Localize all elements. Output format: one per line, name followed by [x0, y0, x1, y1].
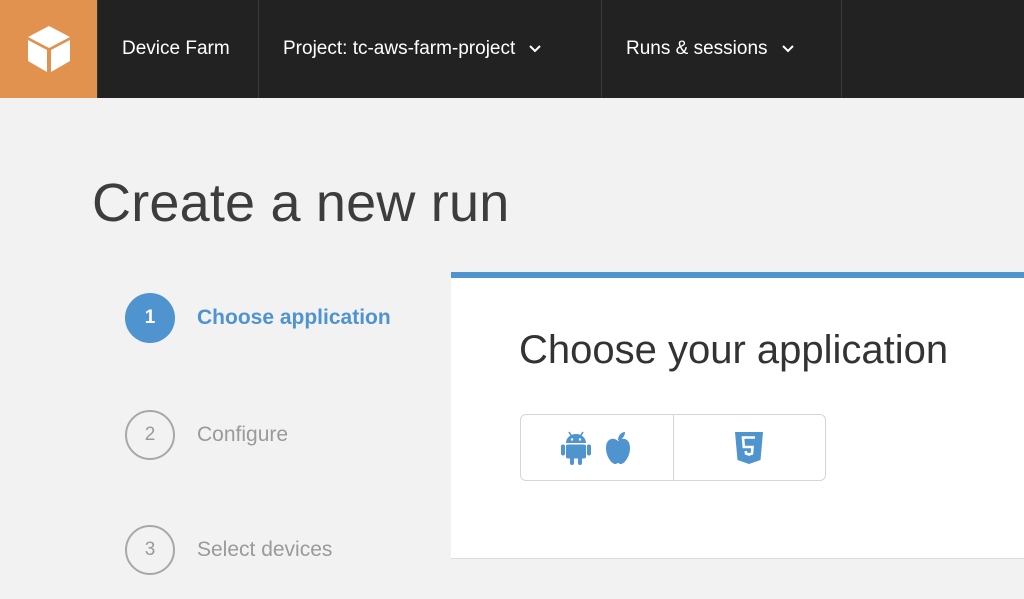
runs-sessions-label: Runs & sessions	[626, 38, 768, 59]
html5-icon	[735, 431, 764, 464]
platform-selector	[520, 414, 826, 481]
android-icon	[560, 431, 591, 465]
project-dropdown-label: Project: tc-aws-farm-project	[283, 38, 516, 59]
project-dropdown[interactable]: Project: tc-aws-farm-project	[259, 0, 602, 98]
native-app-button[interactable]	[521, 415, 673, 480]
step-number-badge: 2	[125, 410, 175, 460]
step-configure[interactable]: 2 Configure	[125, 410, 288, 460]
panel-title: Choose your application	[519, 328, 949, 372]
nav-device-farm[interactable]: Device Farm	[98, 0, 259, 98]
cube-icon	[27, 26, 70, 72]
choose-application-panel: Choose your application	[451, 272, 1024, 559]
page-title: Create a new run	[92, 173, 510, 233]
chevron-down-icon	[529, 45, 541, 53]
step-number-badge: 1	[125, 293, 175, 343]
step-label: Choose application	[197, 306, 391, 329]
step-choose-application[interactable]: 1 Choose application	[125, 293, 391, 343]
step-label: Configure	[197, 423, 289, 446]
chevron-down-icon	[781, 45, 794, 53]
apple-icon	[605, 431, 630, 464]
device-farm-logo[interactable]	[0, 0, 98, 98]
nav-device-farm-label: Device Farm	[122, 38, 230, 59]
web-app-button[interactable]	[672, 415, 826, 480]
top-navigation-bar: Device Farm Project: tc-aws-farm-project…	[0, 0, 1024, 98]
step-select-devices[interactable]: 3 Select devices	[125, 525, 332, 575]
step-label: Select devices	[197, 538, 333, 561]
step-number-badge: 3	[125, 525, 175, 575]
runs-sessions-dropdown[interactable]: Runs & sessions	[602, 0, 842, 98]
